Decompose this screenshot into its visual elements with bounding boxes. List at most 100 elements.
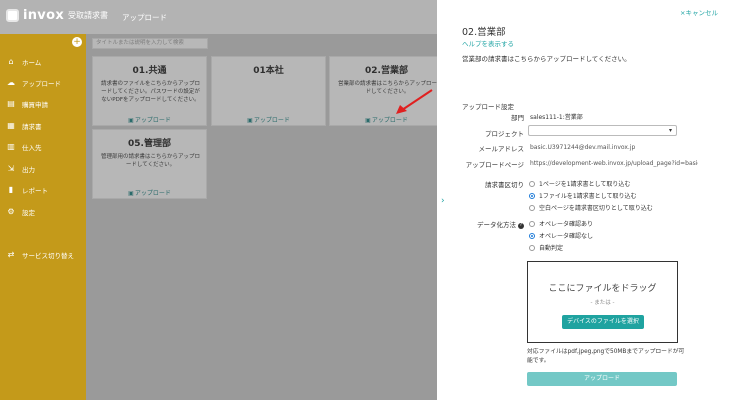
card-title: 02.営業部 [365,66,408,76]
split-option-per-page[interactable]: 1ページを1請求書として取り込む [529,179,630,188]
radio-button[interactable] [529,220,535,227]
method-option-auto[interactable]: 自動判定 [529,243,563,252]
method-label-text: データ化方法 [477,221,516,229]
sidebar-item-invoices[interactable]: ▦ 請求書 [0,118,86,134]
card-upload-label: アップロード [134,190,171,197]
sidebar: + ⌂ ホーム ☁ アップロード ▤ 購買申請 ▦ 請求書 ▥ 仕入先 ⇲ 出力… [0,34,86,400]
caret-down-icon: ▾ [668,127,672,134]
switch-icon: ⇄ [7,250,15,259]
radio-label: 1ページを1請求書として取り込む [539,181,631,188]
logo-text: invox [23,8,65,23]
sidebar-item-settings[interactable]: ⚙ 設定 [0,204,86,220]
sidebar-item-label: サービス切り替え [22,252,74,260]
logo[interactable]: invox 受取請求書 [6,8,108,23]
sidebar-item-suppliers[interactable]: ▥ 仕入先 [0,139,86,155]
project-select[interactable]: ▾ [528,125,677,136]
file-note: 対応ファイルはpdf,jpeg,pngで50MBまでアップロードが可能です。 [527,349,685,364]
sidebar-item-label: 出力 [22,166,35,174]
card-upload-label: アップロード [134,117,171,124]
chevron-right-icon[interactable]: › [441,196,445,206]
email-label: メールアドレス [478,145,525,153]
method-option-no-operator-check[interactable]: オペレータ確認なし [529,231,593,240]
question-icon[interactable]: ? [518,223,524,229]
upload-card-admin[interactable]: 05.管理部 管理部用の請求書はこちらからアップロードしてください。 ▣アップロ… [92,129,207,199]
annotation-arrow-icon [396,89,433,114]
file-upload-icon: ▣ [247,117,253,124]
card-title: 01.共通 [132,66,167,76]
building-icon: ▥ [7,142,15,151]
sidebar-item-label: 設定 [22,209,35,217]
sidebar-item-export[interactable]: ⇲ 出力 [0,161,86,177]
project-label: プロジェクト [485,130,524,138]
invoice-icon: ▦ [7,121,15,130]
chart-icon: ▮ [8,185,14,194]
cloud-upload-icon: ☁ [7,78,15,87]
sidebar-item-home[interactable]: ⌂ ホーム [0,54,86,70]
section-label: アップロード設定 [462,103,514,111]
card-upload-label: アップロード [253,117,290,124]
split-option-per-file[interactable]: 1ファイルを1請求書として取り込む [529,191,636,200]
card-upload-link[interactable]: ▣アップロード [212,115,325,124]
upload-page-label: アップロードページ [465,161,524,169]
card-upload-link[interactable]: ▣アップロード [93,115,206,124]
home-icon: ⌂ [8,57,14,66]
radio-label: 1ファイルを1請求書として取り込む [539,193,637,200]
cancel-button[interactable]: ×キャンセル [680,7,718,17]
help-link[interactable]: ヘルプを表示する [462,38,514,48]
split-label: 請求書区切り [485,181,524,189]
sidebar-item-label: レポート [22,187,48,195]
search-input[interactable]: タイトルまたは説明を入力して検索 [92,38,208,49]
sidebar-item-switch-service[interactable]: ⇄ サービス切り替え [0,247,86,263]
card-description: 管理部用の請求書はこちらからアップロードしてください。 [101,154,201,168]
dropzone-text: ここにファイルをドラッグ [548,284,657,294]
plus-icon[interactable]: + [72,37,82,47]
sidebar-item-purchase[interactable]: ▤ 購買申請 [0,96,86,112]
radio-label: オペレータ確認あり [539,221,594,228]
export-icon: ⇲ [7,164,15,173]
sidebar-item-label: 請求書 [22,123,42,131]
sidebar-item-upload[interactable]: ☁ アップロード [0,75,86,91]
department-label: 部門 [511,114,524,122]
gear-icon: ⚙ [7,207,15,216]
sidebar-item-label: アップロード [22,80,61,88]
department-value: sales111-1:営業部 [530,114,583,121]
choose-file-button[interactable]: デバイスのファイルを選択 [562,315,644,329]
file-dropzone[interactable]: ここにファイルをドラッグ - または - デバイスのファイルを選択 [527,261,678,343]
radio-button[interactable] [529,204,535,211]
radio-label: オペレータ確認なし [539,233,594,240]
upload-button[interactable]: アップロード [527,372,677,386]
upload-page-url[interactable]: https://development-web.invox.jp/upload_… [530,160,698,167]
method-option-operator-check[interactable]: オペレータ確認あり [529,219,593,228]
logo-mark-icon [6,9,19,22]
sidebar-item-label: 仕入先 [22,144,42,152]
sidebar-item-reports[interactable]: ▮ レポート [0,182,86,198]
file-upload-icon: ▣ [128,190,134,197]
card-upload-label: アップロード [371,117,408,124]
radio-button[interactable] [529,180,535,187]
radio-label: 自動判定 [539,245,564,252]
card-title: 01本社 [253,66,284,76]
radio-button[interactable] [529,232,535,239]
file-upload-icon: ▣ [128,117,134,124]
radio-button[interactable] [529,244,535,251]
logo-subtitle: 受取請求書 [68,11,109,20]
card-title: 05.管理部 [128,139,171,149]
card-upload-link[interactable]: ▣アップロード [93,188,206,197]
method-label: データ化方法? [466,219,524,229]
email-value: basic.U3971244@dev.mail.invox.jp [530,144,636,151]
card-description: 請求書のファイルをこちらからアップロードしてください。パスワードの設定がないPD… [101,81,201,103]
card-upload-link[interactable]: ▣アップロード [330,115,443,124]
upload-card-common[interactable]: 01.共通 請求書のファイルをこちらからアップロードしてください。パスワードの設… [92,56,207,126]
split-option-blank-page[interactable]: 空白ページを請求書区切りとして取り込む [529,203,653,212]
page-title: アップロード [122,13,167,22]
panel-description: 営業部の請求書はこちらからアップロードしてください。 [462,55,631,63]
sidebar-item-label: ホーム [22,59,42,67]
dropzone-or: - または - [590,300,615,306]
radio-button[interactable] [529,192,535,199]
cart-icon: ▤ [7,99,15,108]
upload-card-headquarters[interactable]: 01本社 ▣アップロード [211,56,326,126]
file-upload-icon: ▣ [365,117,371,124]
panel-title: 02.営業部 [462,27,506,38]
radio-label: 空白ページを請求書区切りとして取り込む [539,205,653,212]
sidebar-item-label: 購買申請 [22,101,48,109]
